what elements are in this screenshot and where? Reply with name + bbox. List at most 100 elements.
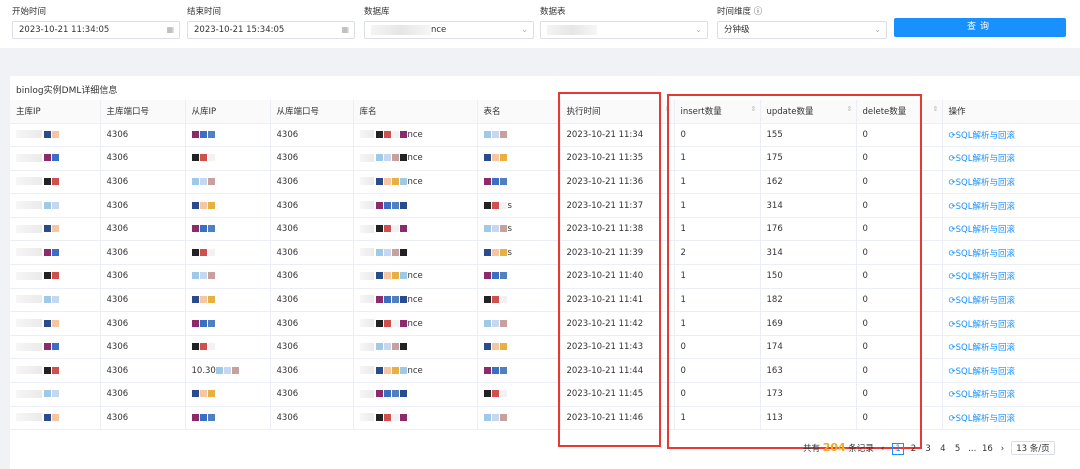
redacted-block [391,390,399,398]
redacted-block [383,154,391,162]
redacted-block [44,225,51,233]
cell-slave-ip [185,264,271,289]
redacted-block [483,343,491,351]
redacted-block [199,272,207,280]
redacted-block [207,177,215,185]
page-4[interactable]: 4 [938,444,948,454]
redacted-block [491,177,499,185]
cell-table-name [477,146,561,171]
cell-master-port: 4306 [100,382,186,407]
redacted-block [375,390,383,398]
sql-parse-rollback-link[interactable]: ⟳SQL解析与回滚 [949,296,1015,306]
redacted-block [52,272,59,280]
redacted-block [191,413,199,421]
cell-master-ip [10,335,101,360]
sort-icon[interactable]: ⇕ [933,105,939,113]
page-3[interactable]: 3 [923,444,933,454]
redacted-block [399,343,407,351]
page-16[interactable]: 16 [982,444,993,454]
col-db-name: 库名 [353,100,478,124]
start-time-input[interactable]: 2023-10-21 11:34:05 ▦ [12,21,180,39]
cell-master-ip [10,123,101,148]
sql-parse-rollback-link[interactable]: ⟳SQL解析与回滚 [949,178,1015,188]
redacted-block [391,272,399,280]
redacted-block [359,366,374,375]
page-2[interactable]: 2 [908,444,918,454]
col-master-port: 主库端口号 [100,100,186,124]
sql-parse-rollback-link[interactable]: ⟳SQL解析与回滚 [949,414,1015,424]
cell-table-name: s [477,240,561,266]
time-dimension-select[interactable]: 分钟级 ⌄ [717,21,887,39]
database-select[interactable]: nce ⌄ [364,21,534,39]
sql-parse-rollback-link[interactable]: ⟳SQL解析与回滚 [949,202,1015,212]
redacted-block [16,248,42,257]
redacted-block [52,154,59,162]
redacted-block [491,130,499,138]
redacted-block [391,319,399,327]
sql-parse-rollback-link[interactable]: ⟳SQL解析与回滚 [949,343,1015,353]
redacted-block [44,390,51,398]
redacted-block [16,201,42,210]
database-value: nce [431,25,447,35]
page-ellipsis[interactable]: ... [967,444,977,454]
cell-master-port: 4306 [100,358,186,384]
filter-bar: 开始时间 2023-10-21 11:34:05 ▦ 结束时间 2023-10-2… [0,0,1080,48]
query-button[interactable]: 查询 [894,18,1066,37]
redacted-block [359,153,374,162]
redacted-block [383,295,391,303]
redacted-block [499,366,507,374]
cell-db-name: nce [353,123,478,148]
cell-slave-ip [185,170,271,195]
redacted-block [491,319,499,327]
redacted-block [383,413,391,421]
page-1[interactable]: 1 [892,443,904,455]
sql-parse-rollback-link[interactable]: ⟳SQL解析与回滚 [949,320,1015,330]
cell-slave-port: 4306 [270,217,354,242]
end-time-input[interactable]: 2023-10-21 15:34:05 ▦ [187,21,355,39]
cell-master-ip [10,382,101,407]
redacted-block [483,272,491,280]
help-icon[interactable]: ⓘ [751,7,763,17]
refresh-icon: ⟳ [948,390,956,401]
redacted-block [191,154,199,162]
refresh-icon: ⟳ [948,272,956,283]
cell-slave-ip [185,311,271,336]
cell-slave-ip: 10.30 [185,358,271,384]
redacted-block [499,201,507,209]
sql-parse-rollback-link[interactable]: ⟳SQL解析与回滚 [949,390,1015,400]
next-page-icon[interactable]: › [997,444,1007,454]
cell-table-name [477,406,561,431]
sql-parse-rollback-link[interactable]: ⟳SQL解析与回滚 [949,367,1015,377]
redacted-block [375,272,383,280]
col-slave-port: 从库端口号 [270,100,354,124]
pager-suffix: 条记录 [848,444,874,454]
sql-parse-rollback-link[interactable]: ⟳SQL解析与回滚 [949,249,1015,259]
redacted-block [207,295,215,303]
sql-parse-rollback-link[interactable]: ⟳SQL解析与回滚 [949,272,1015,282]
redacted-block [383,225,391,233]
redacted-block [191,295,199,303]
col-table-name: 表名 [477,100,561,124]
redacted-block [52,390,59,398]
chevron-down-icon: ⌄ [874,25,881,34]
redacted-block [191,390,199,398]
redacted-block [483,366,491,374]
start-time-value: 2023-10-21 11:34:05 [19,25,110,35]
prev-page-icon[interactable]: ‹ [878,444,888,454]
redacted-block [375,225,383,233]
redacted-block [491,248,499,256]
redacted-block [44,295,51,303]
sql-parse-rollback-link[interactable]: ⟳SQL解析与回滚 [949,131,1015,141]
cell-master-ip [10,217,101,242]
cell-slave-port: 4306 [270,193,354,218]
cell-table-name [477,170,561,195]
cell-action: ⟳SQL解析与回滚 [942,146,1080,171]
cell-table-name: s [477,193,561,218]
table-select[interactable]: ⌄ [540,21,708,39]
redacted-block [44,366,51,374]
page-size-select[interactable]: 13 条/页 [1011,441,1055,455]
cell-table-name: s [477,217,561,242]
page-5[interactable]: 5 [953,444,963,454]
sql-parse-rollback-link[interactable]: ⟳SQL解析与回滚 [949,225,1015,235]
sql-parse-rollback-link[interactable]: ⟳SQL解析与回滚 [949,154,1015,164]
